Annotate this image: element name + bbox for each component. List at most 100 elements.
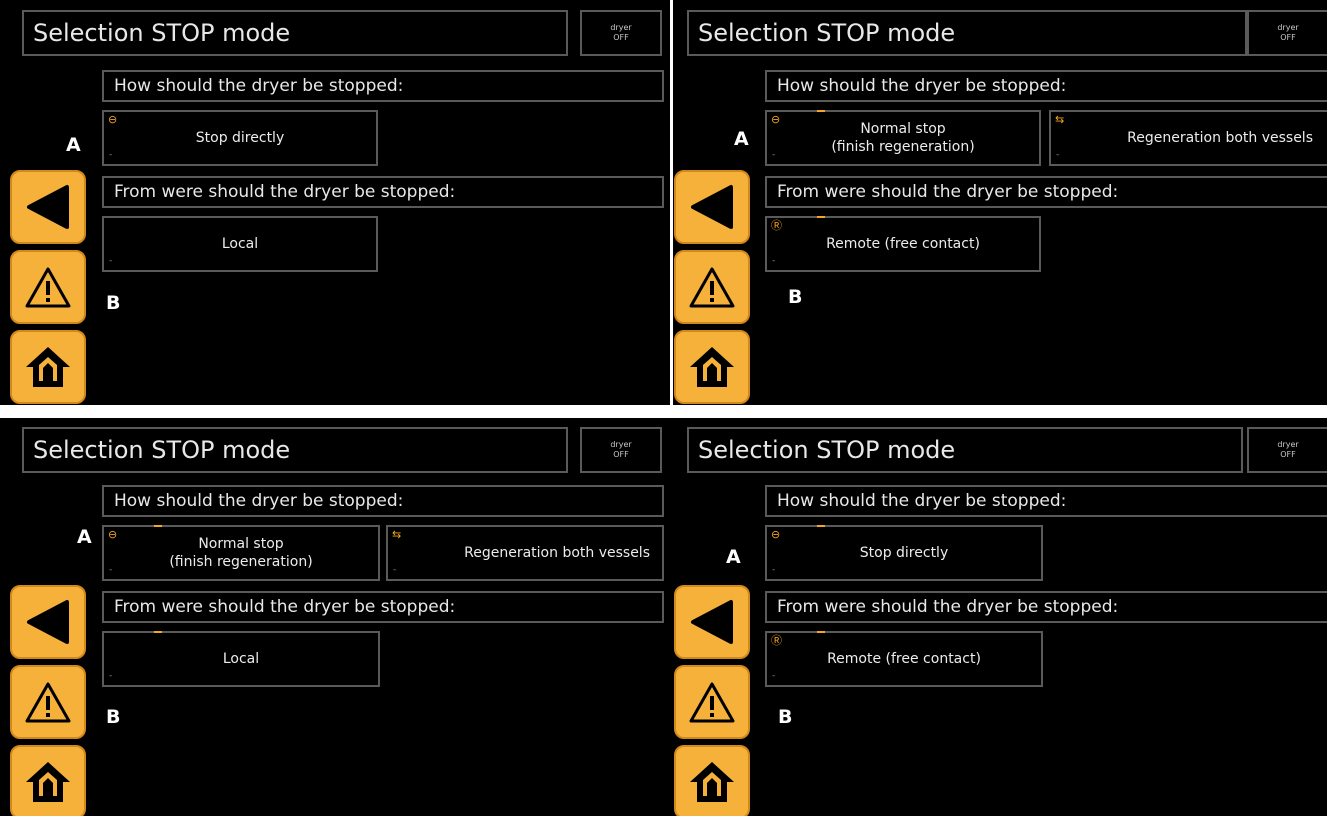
status-line-1: dryer: [1277, 23, 1299, 32]
option-marker: -: [772, 256, 776, 266]
local-button[interactable]: Local -: [102, 631, 380, 687]
selection-tick: [817, 525, 825, 527]
option-marker: -: [109, 256, 113, 266]
stop-directly-button[interactable]: ⊖ Stop directly -: [102, 110, 378, 166]
marker-letter-b: B: [778, 706, 793, 728]
dryer-status-badge[interactable]: dryer OFF: [580, 427, 662, 473]
option-marker: -: [772, 671, 776, 681]
page-title: Selection STOP mode: [687, 10, 1247, 56]
stop-directly-button[interactable]: ⊖ Stop directly -: [765, 525, 1043, 581]
regeneration-both-vessels-button[interactable]: ⇆ Regeneration both vessels -: [386, 525, 664, 581]
warning-icon: [25, 682, 71, 723]
regeneration-both-vessels-button[interactable]: ⇆ Regeneration both vessels -: [1049, 110, 1327, 166]
status-line-1: dryer: [610, 440, 632, 449]
page-title: Selection STOP mode: [687, 427, 1243, 473]
marker-letter-a: A: [734, 128, 749, 150]
back-arrow-icon: [691, 600, 733, 644]
option-label: Remote (free contact): [826, 236, 980, 252]
marker-letter-b: B: [106, 292, 121, 314]
dryer-status-badge[interactable]: dryer OFF: [1247, 427, 1327, 473]
status-line-1: dryer: [610, 23, 632, 32]
back-button[interactable]: [10, 170, 86, 244]
selection-tick: [817, 110, 825, 112]
stop-circle-icon: ⊖: [108, 528, 118, 541]
back-arrow-icon: [691, 185, 733, 229]
option-label: Local: [222, 651, 260, 667]
remote-free-contact-button[interactable]: Ⓡ Remote (free contact) -: [765, 216, 1041, 272]
alarm-button[interactable]: [674, 665, 750, 739]
back-button[interactable]: [10, 585, 86, 659]
option-label: Regeneration both vessels: [464, 545, 650, 561]
page-title: Selection STOP mode: [22, 427, 568, 473]
selection-tick: [817, 631, 825, 633]
how-stop-label: How should the dryer be stopped:: [102, 485, 664, 517]
home-icon: [26, 762, 70, 802]
option-label: Normal stop (finish regeneration): [169, 536, 313, 570]
status-line-2: OFF: [613, 450, 629, 459]
remote-free-contact-button[interactable]: Ⓡ Remote (free contact) -: [765, 631, 1043, 687]
back-arrow-icon: [27, 185, 69, 229]
normal-stop-button[interactable]: ⊖ Normal stop (finish regeneration) -: [102, 525, 380, 581]
status-line-2: OFF: [613, 33, 629, 42]
marker-letter-b: B: [788, 286, 803, 308]
stop-circle-icon: ⊖: [771, 528, 781, 541]
from-stop-label: From were should the dryer be stopped:: [765, 176, 1327, 208]
home-button[interactable]: [674, 745, 750, 816]
regeneration-icon: ⇆: [1055, 113, 1065, 126]
status-line-2: OFF: [1280, 450, 1296, 459]
page-title: Selection STOP mode: [22, 10, 568, 56]
home-icon: [26, 347, 70, 387]
alarm-button[interactable]: [674, 250, 750, 324]
warning-icon: [689, 267, 735, 308]
how-stop-label: How should the dryer be stopped:: [765, 485, 1327, 517]
from-stop-label: From were should the dryer be stopped:: [102, 176, 664, 208]
option-marker: -: [109, 671, 113, 681]
home-icon: [690, 762, 734, 802]
marker-letter-a: A: [77, 526, 92, 548]
alarm-button[interactable]: [10, 665, 86, 739]
option-marker: -: [772, 565, 776, 575]
local-button[interactable]: Local -: [102, 216, 378, 272]
option-label: Local: [221, 236, 259, 252]
option-marker: -: [109, 565, 113, 575]
stop-circle-icon: ⊖: [108, 113, 118, 126]
screen-panel-2: Selection STOP mode dryer OFF How should…: [673, 0, 1327, 405]
home-button[interactable]: [10, 330, 86, 404]
screen-panel-3: Selection STOP mode dryer OFF How should…: [0, 418, 673, 816]
status-line-1: dryer: [1277, 440, 1299, 449]
option-label: Remote (free contact): [827, 651, 981, 667]
option-label: Normal stop (finish regeneration): [831, 121, 975, 155]
marker-letter-a: A: [66, 134, 81, 156]
how-stop-label: How should the dryer be stopped:: [765, 70, 1327, 102]
option-label: Regeneration both vessels: [1127, 130, 1313, 146]
alarm-button[interactable]: [10, 250, 86, 324]
option-label: Stop directly: [195, 130, 285, 146]
warning-icon: [689, 682, 735, 723]
remote-icon: Ⓡ: [771, 219, 782, 232]
screen-panel-4: Selection STOP mode dryer OFF How should…: [673, 418, 1327, 816]
option-marker: -: [1056, 150, 1060, 160]
dryer-status-badge[interactable]: dryer OFF: [1247, 10, 1327, 56]
remote-icon: Ⓡ: [771, 634, 782, 647]
back-button[interactable]: [674, 170, 750, 244]
home-button[interactable]: [674, 330, 750, 404]
screen-panel-1: Selection STOP mode dryer OFF How should…: [0, 0, 670, 405]
from-stop-label: From were should the dryer be stopped:: [765, 591, 1327, 623]
home-icon: [690, 347, 734, 387]
normal-stop-button[interactable]: ⊖ Normal stop (finish regeneration) -: [765, 110, 1041, 166]
marker-letter-b: B: [106, 706, 121, 728]
dryer-status-badge[interactable]: dryer OFF: [580, 10, 662, 56]
warning-icon: [25, 267, 71, 308]
home-button[interactable]: [10, 745, 86, 816]
regeneration-icon: ⇆: [392, 528, 402, 541]
marker-letter-a: A: [726, 546, 741, 568]
selection-tick: [154, 525, 162, 527]
from-stop-label: From were should the dryer be stopped:: [102, 591, 664, 623]
back-button[interactable]: [674, 585, 750, 659]
back-arrow-icon: [27, 600, 69, 644]
option-label: Stop directly: [859, 545, 949, 561]
how-stop-label: How should the dryer be stopped:: [102, 70, 664, 102]
option-marker: -: [109, 150, 113, 160]
selection-tick: [817, 216, 825, 218]
option-marker: -: [393, 565, 397, 575]
